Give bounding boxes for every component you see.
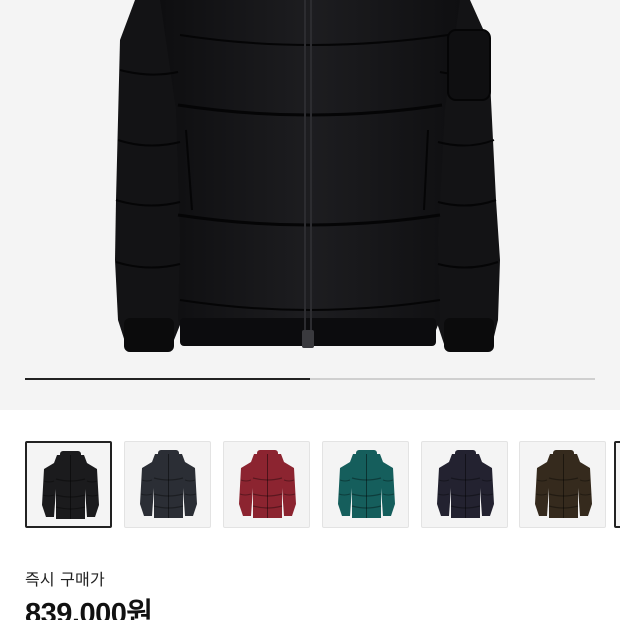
gallery-progress-track[interactable] xyxy=(25,378,595,380)
charcoal-puffer-jacket-icon xyxy=(140,450,197,518)
teal-puffer-jacket-icon xyxy=(338,450,395,518)
black-puffer-jacket-icon xyxy=(616,443,620,528)
brown-puffer-jacket-icon xyxy=(535,450,592,518)
thumbnail-black[interactable] xyxy=(25,441,112,528)
thumbnail-red[interactable] xyxy=(223,441,310,528)
main-product-image xyxy=(115,0,500,352)
price-value: 839,000원 xyxy=(25,598,153,620)
thumbnail-navy[interactable] xyxy=(421,441,508,528)
thumbnail-brown[interactable] xyxy=(519,441,606,528)
price-label: 즉시 구매가 xyxy=(25,570,105,589)
black-puffer-jacket-icon xyxy=(42,451,99,519)
thumbnail-charcoal[interactable] xyxy=(124,441,211,528)
thumbnail-teal[interactable] xyxy=(322,441,409,528)
thumbnail-partial[interactable] xyxy=(614,441,620,528)
gallery-progress-fill xyxy=(25,378,310,380)
thumbnail-strip[interactable] xyxy=(0,441,620,529)
navy-puffer-jacket-icon xyxy=(437,450,494,518)
product-image-gallery[interactable] xyxy=(0,0,620,410)
red-puffer-jacket-icon xyxy=(239,450,296,518)
